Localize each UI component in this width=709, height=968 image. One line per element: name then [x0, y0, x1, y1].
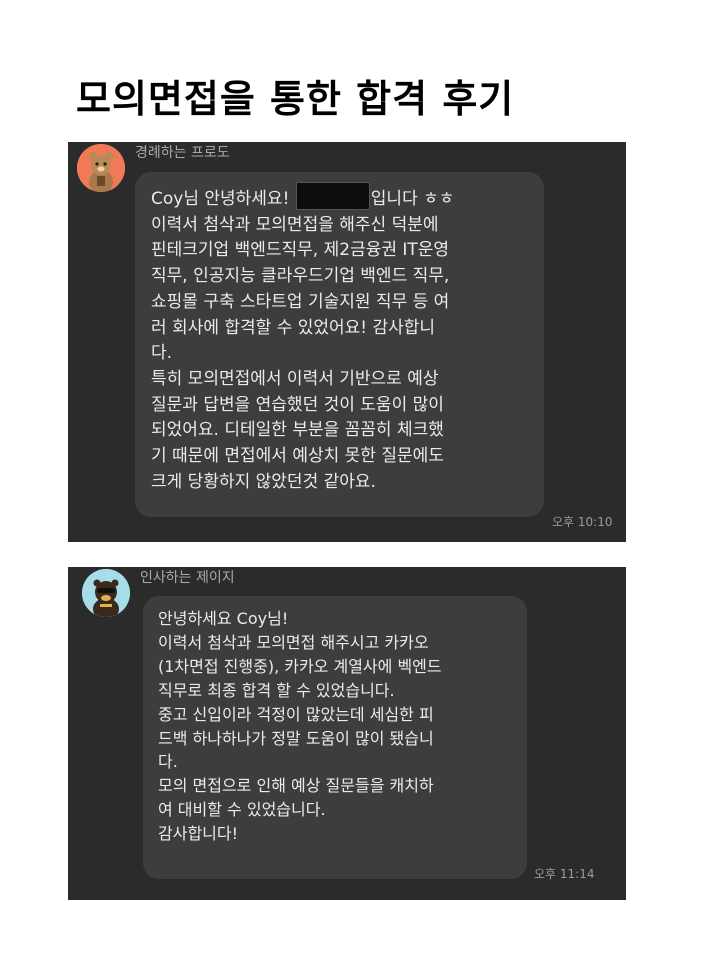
message-line: 기 때문에 면접에서 예상치 못한 질문에도	[151, 446, 444, 467]
message-line: 여 대비할 수 있었습니다.	[158, 800, 326, 820]
message-line: 다.	[158, 752, 178, 772]
message-line: 직무, 인공지능 클라우드기업 백엔드 직무,	[151, 266, 450, 287]
frodo-character-icon	[77, 144, 125, 192]
message-bubble[interactable]: 안녕하세요 Coy님! 이력서 첨삭과 모의면접 해주시고 카카오 (1차면접 …	[143, 596, 527, 879]
message-timestamp: 오후 11:14	[534, 867, 595, 881]
message-line: Coy님 안녕하세요! 입니다 ㅎㅎ	[151, 182, 530, 213]
message-line: 안녕하세요 Coy님!	[158, 609, 289, 628]
message-line: 되었어요. 디테일한 부분을 꼼꼼히 체크했	[151, 420, 444, 441]
message-line: 감사합니다!	[158, 824, 239, 844]
message-line: 특히 모의면접에서 이력서 기반으로 예상	[151, 368, 439, 389]
message-timestamp: 오후 10:10	[552, 515, 613, 529]
redacted-name-box	[295, 182, 370, 210]
message-line: 모의 면접으로 인해 예상 질문들을 캐치하	[158, 776, 434, 796]
message-bubble[interactable]: Coy님 안녕하세요! 입니다 ㅎㅎ 이력서 첨삭과 모의면접을 해주신 덕분에…	[135, 172, 544, 517]
message-line: 쇼핑몰 구축 스타트업 기술지원 직무 등 여	[151, 291, 450, 312]
message-text: Coy님 안녕하세요!	[151, 189, 295, 209]
page-title: 모의면접을 통한 합격 후기	[76, 77, 515, 121]
message-line: 질문과 답변을 연습했던 것이 도움이 많이	[151, 394, 444, 415]
sender-name: 인사하는 제이지	[140, 570, 235, 586]
message-line: 러 회사에 합격할 수 있었어요! 감사합니	[151, 317, 436, 338]
message-line: 직무로 최종 합격 할 수 있었습니다.	[158, 680, 395, 700]
chat-screenshot-frodo: 경례하는 프로도 Coy님 안녕하세요! 입니다 ㅎㅎ 이력서 첨삭과 모의면접…	[68, 142, 626, 542]
message-line: 핀테크기업 백엔드직무, 제2금융권 IT운영	[151, 240, 450, 261]
jay-g-character-icon	[82, 569, 130, 617]
message-line: (1차면접 진행중), 카카오 계열사에 벡엔드	[158, 656, 442, 676]
message-text: 입니다 ㅎㅎ	[370, 189, 455, 209]
chat-screenshot-jay-g: 인사하는 제이지 안녕하세요 Coy님! 이력서 첨삭과 모의면접 해주시고 카…	[68, 567, 626, 900]
frodo-avatar-icon[interactable]	[77, 144, 125, 192]
message-line: 이력서 첨삭과 모의면접 해주시고 카카오	[158, 632, 429, 652]
message-line: 다.	[151, 343, 173, 364]
jay-g-avatar-icon[interactable]	[82, 569, 130, 617]
message-line: 드백 하나하나가 정말 도움이 많이 됐습니	[158, 728, 434, 748]
message-line: 크게 당황하지 않았던것 같아요.	[151, 471, 376, 492]
message-line: 이력서 첨삭과 모의면접을 해주신 덕분에	[151, 214, 439, 235]
message-line: 중고 신입이라 걱정이 많았는데 세심한 피	[158, 704, 434, 724]
sender-name: 경례하는 프로도	[135, 145, 230, 161]
